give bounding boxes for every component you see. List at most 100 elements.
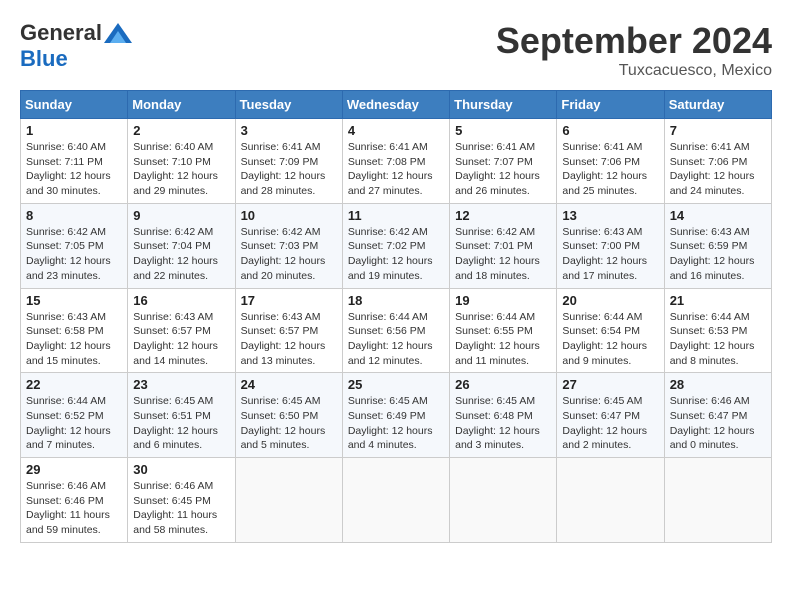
table-row: 23 Sunrise: 6:45 AMSunset: 6:51 PMDaylig… [128, 373, 235, 458]
day-info: Sunrise: 6:45 AMSunset: 6:49 PMDaylight:… [348, 395, 433, 451]
table-row: 19 Sunrise: 6:44 AMSunset: 6:55 PMDaylig… [450, 288, 557, 373]
day-number: 13 [562, 208, 658, 223]
day-number: 11 [348, 208, 444, 223]
table-row: 9 Sunrise: 6:42 AMSunset: 7:04 PMDayligh… [128, 203, 235, 288]
logo: General Blue [20, 20, 132, 72]
day-info: Sunrise: 6:40 AMSunset: 7:10 PMDaylight:… [133, 141, 218, 197]
page-header: General Blue September 2024 Tuxcacuesco,… [20, 20, 772, 80]
day-info: Sunrise: 6:41 AMSunset: 7:06 PMDaylight:… [562, 141, 647, 197]
table-row: 13 Sunrise: 6:43 AMSunset: 7:00 PMDaylig… [557, 203, 664, 288]
day-number: 1 [26, 123, 122, 138]
day-number: 12 [455, 208, 551, 223]
calendar-header-row: Sunday Monday Tuesday Wednesday Thursday… [21, 91, 772, 119]
month-title: September 2024 [496, 20, 772, 62]
day-number: 26 [455, 377, 551, 392]
day-info: Sunrise: 6:44 AMSunset: 6:55 PMDaylight:… [455, 311, 540, 367]
table-row: 27 Sunrise: 6:45 AMSunset: 6:47 PMDaylig… [557, 373, 664, 458]
table-row [557, 458, 664, 543]
day-info: Sunrise: 6:45 AMSunset: 6:51 PMDaylight:… [133, 395, 218, 451]
logo-icon [104, 23, 132, 43]
logo-blue: Blue [20, 46, 68, 72]
day-info: Sunrise: 6:44 AMSunset: 6:54 PMDaylight:… [562, 311, 647, 367]
col-friday: Friday [557, 91, 664, 119]
table-row: 29 Sunrise: 6:46 AMSunset: 6:46 PMDaylig… [21, 458, 128, 543]
day-info: Sunrise: 6:45 AMSunset: 6:48 PMDaylight:… [455, 395, 540, 451]
day-number: 3 [241, 123, 337, 138]
day-number: 15 [26, 293, 122, 308]
col-wednesday: Wednesday [342, 91, 449, 119]
logo-general: General [20, 20, 102, 46]
day-number: 9 [133, 208, 229, 223]
day-number: 5 [455, 123, 551, 138]
calendar: Sunday Monday Tuesday Wednesday Thursday… [20, 90, 772, 543]
day-info: Sunrise: 6:43 AMSunset: 6:59 PMDaylight:… [670, 226, 755, 282]
day-info: Sunrise: 6:42 AMSunset: 7:04 PMDaylight:… [133, 226, 218, 282]
day-number: 22 [26, 377, 122, 392]
table-row: 14 Sunrise: 6:43 AMSunset: 6:59 PMDaylig… [664, 203, 771, 288]
table-row: 12 Sunrise: 6:42 AMSunset: 7:01 PMDaylig… [450, 203, 557, 288]
day-info: Sunrise: 6:42 AMSunset: 7:03 PMDaylight:… [241, 226, 326, 282]
day-number: 6 [562, 123, 658, 138]
table-row: 15 Sunrise: 6:43 AMSunset: 6:58 PMDaylig… [21, 288, 128, 373]
day-info: Sunrise: 6:46 AMSunset: 6:47 PMDaylight:… [670, 395, 755, 451]
day-info: Sunrise: 6:43 AMSunset: 6:57 PMDaylight:… [133, 311, 218, 367]
day-number: 16 [133, 293, 229, 308]
table-row: 3 Sunrise: 6:41 AMSunset: 7:09 PMDayligh… [235, 119, 342, 204]
day-info: Sunrise: 6:43 AMSunset: 7:00 PMDaylight:… [562, 226, 647, 282]
day-number: 10 [241, 208, 337, 223]
day-info: Sunrise: 6:46 AMSunset: 6:46 PMDaylight:… [26, 480, 110, 536]
table-row: 26 Sunrise: 6:45 AMSunset: 6:48 PMDaylig… [450, 373, 557, 458]
location: Tuxcacuesco, Mexico [496, 62, 772, 80]
day-number: 8 [26, 208, 122, 223]
day-info: Sunrise: 6:46 AMSunset: 6:45 PMDaylight:… [133, 480, 217, 536]
day-number: 29 [26, 462, 122, 477]
day-number: 30 [133, 462, 229, 477]
day-info: Sunrise: 6:41 AMSunset: 7:06 PMDaylight:… [670, 141, 755, 197]
table-row: 7 Sunrise: 6:41 AMSunset: 7:06 PMDayligh… [664, 119, 771, 204]
table-row: 5 Sunrise: 6:41 AMSunset: 7:07 PMDayligh… [450, 119, 557, 204]
table-row: 22 Sunrise: 6:44 AMSunset: 6:52 PMDaylig… [21, 373, 128, 458]
table-row: 10 Sunrise: 6:42 AMSunset: 7:03 PMDaylig… [235, 203, 342, 288]
day-info: Sunrise: 6:41 AMSunset: 7:07 PMDaylight:… [455, 141, 540, 197]
day-number: 2 [133, 123, 229, 138]
col-sunday: Sunday [21, 91, 128, 119]
table-row: 2 Sunrise: 6:40 AMSunset: 7:10 PMDayligh… [128, 119, 235, 204]
day-number: 28 [670, 377, 766, 392]
day-number: 23 [133, 377, 229, 392]
table-row: 1 Sunrise: 6:40 AMSunset: 7:11 PMDayligh… [21, 119, 128, 204]
table-row: 28 Sunrise: 6:46 AMSunset: 6:47 PMDaylig… [664, 373, 771, 458]
day-info: Sunrise: 6:42 AMSunset: 7:01 PMDaylight:… [455, 226, 540, 282]
col-thursday: Thursday [450, 91, 557, 119]
calendar-row-1: 1 Sunrise: 6:40 AMSunset: 7:11 PMDayligh… [21, 119, 772, 204]
day-number: 7 [670, 123, 766, 138]
day-number: 19 [455, 293, 551, 308]
table-row: 30 Sunrise: 6:46 AMSunset: 6:45 PMDaylig… [128, 458, 235, 543]
table-row: 8 Sunrise: 6:42 AMSunset: 7:05 PMDayligh… [21, 203, 128, 288]
day-info: Sunrise: 6:42 AMSunset: 7:02 PMDaylight:… [348, 226, 433, 282]
day-info: Sunrise: 6:40 AMSunset: 7:11 PMDaylight:… [26, 141, 111, 197]
day-info: Sunrise: 6:41 AMSunset: 7:08 PMDaylight:… [348, 141, 433, 197]
day-number: 25 [348, 377, 444, 392]
col-tuesday: Tuesday [235, 91, 342, 119]
day-number: 24 [241, 377, 337, 392]
table-row: 25 Sunrise: 6:45 AMSunset: 6:49 PMDaylig… [342, 373, 449, 458]
day-info: Sunrise: 6:43 AMSunset: 6:58 PMDaylight:… [26, 311, 111, 367]
day-number: 21 [670, 293, 766, 308]
table-row: 20 Sunrise: 6:44 AMSunset: 6:54 PMDaylig… [557, 288, 664, 373]
calendar-row-2: 8 Sunrise: 6:42 AMSunset: 7:05 PMDayligh… [21, 203, 772, 288]
table-row: 18 Sunrise: 6:44 AMSunset: 6:56 PMDaylig… [342, 288, 449, 373]
table-row: 6 Sunrise: 6:41 AMSunset: 7:06 PMDayligh… [557, 119, 664, 204]
table-row: 16 Sunrise: 6:43 AMSunset: 6:57 PMDaylig… [128, 288, 235, 373]
calendar-row-4: 22 Sunrise: 6:44 AMSunset: 6:52 PMDaylig… [21, 373, 772, 458]
day-number: 20 [562, 293, 658, 308]
table-row: 11 Sunrise: 6:42 AMSunset: 7:02 PMDaylig… [342, 203, 449, 288]
calendar-row-3: 15 Sunrise: 6:43 AMSunset: 6:58 PMDaylig… [21, 288, 772, 373]
day-number: 17 [241, 293, 337, 308]
day-info: Sunrise: 6:43 AMSunset: 6:57 PMDaylight:… [241, 311, 326, 367]
table-row [235, 458, 342, 543]
col-monday: Monday [128, 91, 235, 119]
table-row [450, 458, 557, 543]
day-info: Sunrise: 6:45 AMSunset: 6:50 PMDaylight:… [241, 395, 326, 451]
table-row: 21 Sunrise: 6:44 AMSunset: 6:53 PMDaylig… [664, 288, 771, 373]
day-number: 18 [348, 293, 444, 308]
